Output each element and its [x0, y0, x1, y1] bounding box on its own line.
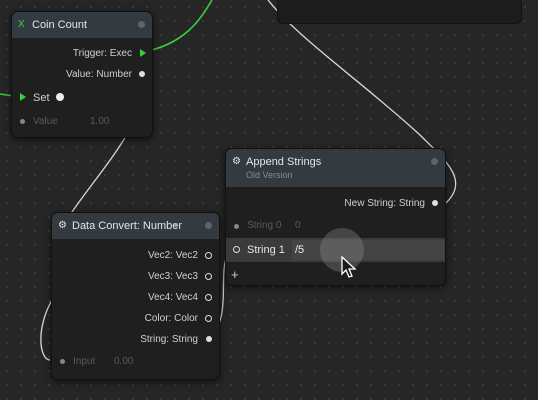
- string1-label: String 1: [247, 244, 285, 256]
- string1-value: /5: [295, 244, 305, 256]
- coin-count-header[interactable]: X Coin Count: [12, 12, 152, 38]
- trigger-exec-label: Trigger: Exec: [72, 48, 132, 59]
- vec3-output-pin[interactable]: [205, 273, 212, 280]
- value-in-label: Value: [33, 116, 58, 127]
- set-exec-pin[interactable]: [20, 93, 26, 101]
- coin-count-node[interactable]: X Coin Count Trigger: Exec Value: Number…: [11, 11, 153, 138]
- string0-label: String 0: [247, 220, 282, 231]
- string-output-pin[interactable]: [206, 336, 212, 342]
- x-icon: X: [18, 19, 25, 30]
- value-in-hint[interactable]: 1.00: [90, 116, 109, 127]
- add-pin-button[interactable]: +: [231, 267, 239, 282]
- vec2-output-pin[interactable]: [205, 252, 212, 259]
- string-output-label: String: String: [140, 334, 198, 345]
- data-convert-node[interactable]: ⚙ Data Convert: Number ▾ Vec2: Vec2 Vec3…: [51, 212, 220, 380]
- vec2-output-label: Vec2: Vec2: [147, 250, 198, 261]
- input-label: Input: [73, 356, 96, 367]
- string1-row[interactable]: String 1 /5: [226, 228, 445, 272]
- new-string-pin[interactable]: [432, 200, 438, 206]
- set-indicator[interactable]: [56, 93, 64, 101]
- gear-icon: ⚙: [58, 220, 67, 231]
- data-convert-title: Data Convert: Number: [72, 220, 183, 232]
- chevron-down-icon[interactable]: ▾: [174, 221, 178, 230]
- append-strings-node[interactable]: ⚙ Append Strings Old Version New String:…: [225, 148, 446, 286]
- trigger-exec-pin[interactable]: [140, 49, 146, 57]
- append-strings-title: Append Strings: [246, 156, 322, 168]
- new-string-label: New String: String: [344, 198, 425, 209]
- string1-pin[interactable]: [233, 246, 240, 253]
- vec4-output-pin[interactable]: [205, 294, 212, 301]
- set-label: Set: [33, 92, 50, 104]
- input-hint[interactable]: 0.00: [114, 356, 133, 367]
- string0-pin[interactable]: [234, 224, 239, 229]
- header-dot-icon: [205, 222, 212, 229]
- header-dot-icon: [138, 21, 145, 28]
- string1-input[interactable]: [292, 240, 444, 260]
- mouse-pointer-icon: [341, 256, 357, 278]
- color-output-label: Color: Color: [144, 313, 198, 324]
- vec3-output-label: Vec3: Vec3: [147, 271, 198, 282]
- value-number-label: Value: Number: [66, 69, 132, 80]
- value-number-pin[interactable]: [139, 71, 145, 77]
- gear-icon: ⚙: [232, 156, 241, 167]
- data-convert-header[interactable]: ⚙ Data Convert: Number ▾: [52, 213, 219, 239]
- string0-value[interactable]: 0: [295, 220, 301, 231]
- header-dot-icon: [431, 158, 438, 165]
- append-strings-header[interactable]: ⚙ Append Strings Old Version: [226, 149, 445, 187]
- partial-node-top[interactable]: [277, 0, 522, 24]
- input-pin[interactable]: [60, 359, 65, 364]
- value-in-pin[interactable]: [20, 119, 25, 124]
- color-output-pin[interactable]: [205, 315, 212, 322]
- vec4-output-label: Vec4: Vec4: [147, 292, 198, 303]
- append-strings-subtitle: Old Version: [246, 170, 293, 180]
- exec-wire-trigger: [142, 0, 213, 53]
- coin-count-title: Coin Count: [32, 19, 88, 31]
